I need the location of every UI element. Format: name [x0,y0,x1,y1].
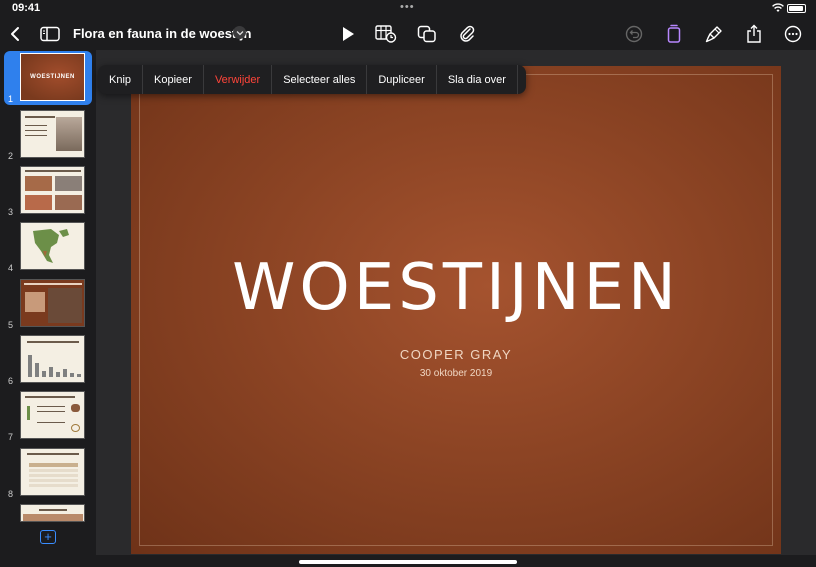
menu-more-chevron-icon[interactable]: › [518,65,526,94]
slide-thumbnail-2[interactable]: 2 [0,108,96,162]
slide-number: 4 [8,263,14,273]
menu-item-copy[interactable]: Kopieer [143,65,204,94]
slide-number: 7 [8,432,14,442]
menu-item-select-all[interactable]: Selecteer alles [272,65,368,94]
slide-date[interactable]: 30 oktober 2019 [131,368,781,379]
slide-preview [20,110,85,158]
slide-preview [20,335,85,383]
slide-thumbnail-6[interactable]: 6 [0,333,96,387]
slide-number: 5 [8,320,14,330]
wifi-icon [772,3,784,12]
menu-item-duplicate[interactable]: Dupliceer [367,65,437,94]
slide-thumbnail-9-partial[interactable] [0,502,96,522]
slide-thumbnail-7[interactable]: 7 [0,389,96,443]
more-icon[interactable] [780,22,806,46]
multitask-dots[interactable]: ••• [400,1,415,13]
slide-thumbnail-3[interactable]: 3 [0,164,96,218]
title-chevron-down-icon[interactable] [233,26,246,39]
slide-preview [20,448,85,496]
status-bar: 09:41 ••• [0,0,816,18]
slide-thumbnail-1[interactable]: WOESTIJNEN 1 [4,51,92,105]
document-title[interactable]: Flora en fauna in de woestijn [73,26,251,41]
menu-item-delete[interactable]: Verwijder [204,65,273,94]
slide-title[interactable]: WOESTIJNEN [131,251,781,325]
context-menu: Knip Kopieer Verwijder Selecteer alles D… [98,65,526,94]
share-icon[interactable] [741,22,767,46]
menu-item-skip-slide[interactable]: Sla dia over [437,65,518,94]
shapes-icon[interactable] [414,22,440,46]
slide-preview [20,166,85,214]
slide-preview: WOESTIJNEN [20,53,85,101]
current-slide[interactable]: WOESTIJNEN COOPER GRAY 30 oktober 2019 [131,66,781,554]
add-slide-button[interactable]: + [40,530,56,544]
slide-number: 3 [8,207,14,217]
thumb-title: WOESTIJNEN [30,74,75,80]
paintbrush-icon[interactable] [701,22,727,46]
slide-thumbnail-4[interactable]: 4 [0,220,96,274]
slide-preview [20,391,85,439]
slide-thumbnail-5[interactable]: 5 [0,277,96,331]
status-time: 09:41 [12,2,41,14]
slide-number: 6 [8,376,14,386]
slide-number: 8 [8,489,14,499]
undo-icon[interactable] [621,22,647,46]
slide-thumbnail-8[interactable]: 8 [0,446,96,500]
slide-preview [20,504,85,522]
table-chart-icon[interactable] [373,22,399,46]
paperclip-icon[interactable] [454,22,480,46]
battery-icon [787,4,806,13]
toolbar: Flora en fauna in de woestijn [0,18,816,50]
home-indicator[interactable] [299,560,517,564]
format-icon[interactable] [661,22,687,46]
menu-item-cut[interactable]: Knip [98,65,144,94]
plus-icon: + [44,529,52,544]
slide-number: 1 [8,94,14,104]
slide-preview [20,279,85,327]
sidebar-icon[interactable] [37,22,63,46]
play-icon[interactable] [335,22,361,46]
slide-author[interactable]: COOPER GRAY [131,347,781,362]
slide-preview [20,222,85,270]
slide-number: 2 [8,151,14,161]
back-chevron-icon[interactable] [2,22,28,46]
slide-navigator: WOESTIJNEN 1 2 3 4 5 6 7 8 + [0,50,96,555]
